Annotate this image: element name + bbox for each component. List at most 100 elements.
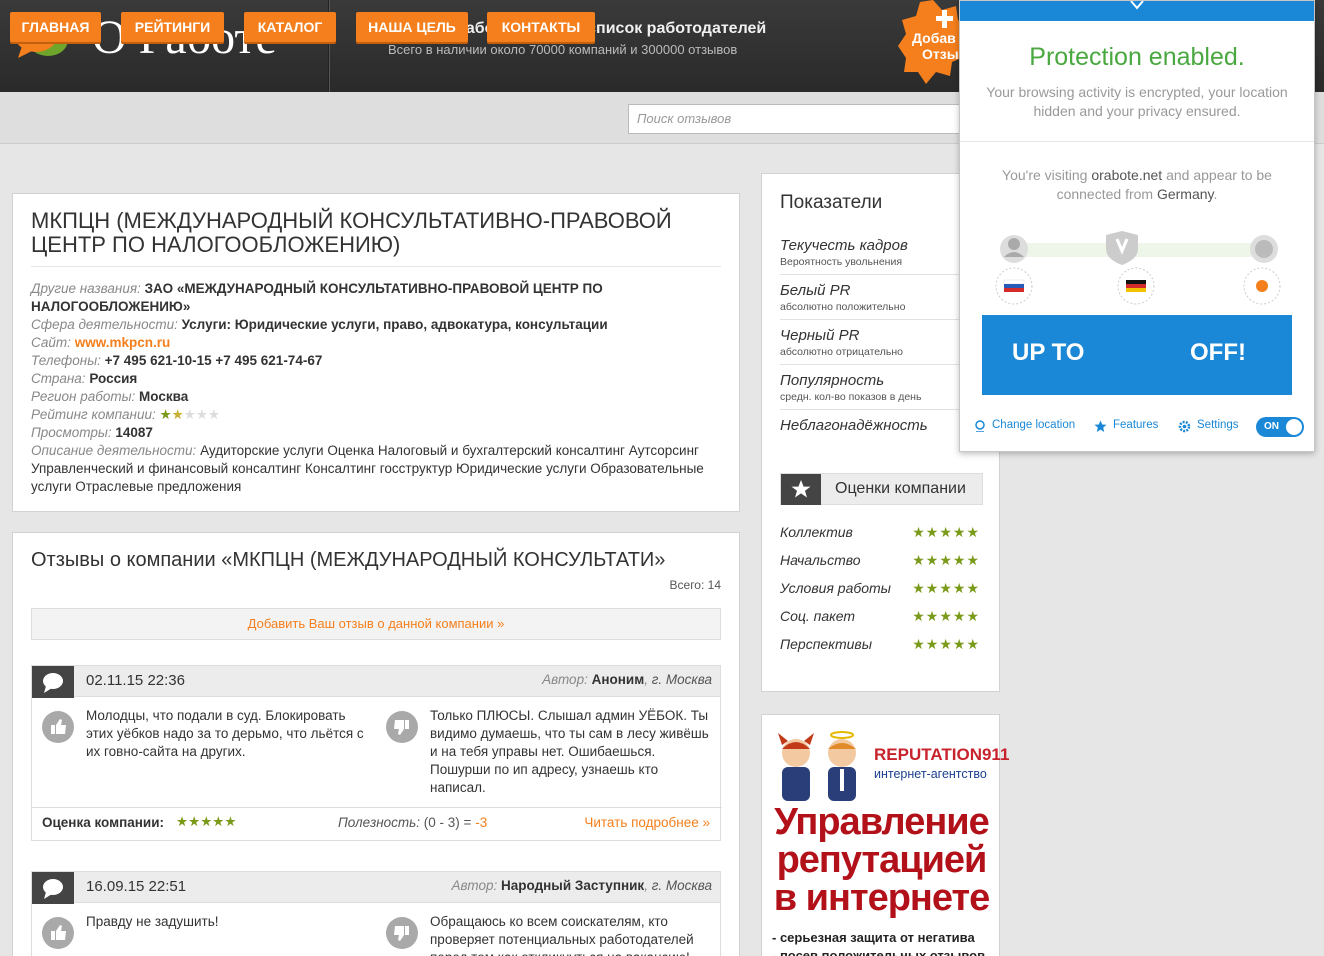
features-link[interactable]: Features — [1113, 419, 1158, 431]
stat-name: Неблагонадёжность — [780, 417, 928, 434]
review-footer: Оценка компании: ★★★★★ Полезность: (0 - … — [32, 807, 722, 837]
review-header: 16.09.15 22:51 Автор: Народный Заступник… — [31, 871, 721, 904]
reputation-ad-banner[interactable]: REPUTATION911 интернет-агентство Управле… — [761, 714, 1009, 956]
shield-check-icon — [1130, 1, 1144, 10]
company-rating-stars: ★★★★★ — [160, 407, 221, 422]
nav-contacts[interactable]: КОНТАКТЫ — [487, 12, 595, 42]
germany-flag-icon — [1126, 280, 1146, 284]
other-names-label: Другие названия: — [31, 281, 141, 296]
review-item: 16.09.15 22:51 Автор: Народный Заступник… — [31, 871, 721, 956]
review-plus-text: Правду не задушить! — [86, 914, 219, 929]
ratings-header: Оценки компании — [780, 473, 983, 505]
rating-name: Начальство — [780, 552, 861, 568]
author-label: Автор: — [451, 878, 498, 893]
stat-item: Черный PR абсолютно отрицательно 62 — [780, 327, 983, 365]
rating-stars: ★★★★★ — [912, 636, 980, 652]
star-icon — [781, 474, 821, 505]
country-label: Страна: — [31, 371, 86, 386]
rating-stars: ★★★★★ — [912, 608, 980, 624]
stat-name: Черный PR — [780, 327, 860, 344]
stat-name: Текучесть кадров — [780, 237, 908, 254]
author-name: Аноним — [591, 672, 645, 687]
connection-info: You're visiting orabote.net and appear t… — [980, 166, 1294, 204]
badge-line-1: Добав — [912, 30, 956, 46]
region-label: Регион работы: — [31, 389, 136, 404]
reviews-title: Отзывы о компании «МКПЦН (МЕЖДУНАРОДНЫЙ … — [31, 549, 666, 571]
phones-label: Телефоны: — [31, 353, 101, 368]
company-details: Другие названия: ЗАО «МЕЖДУНАРОДНЫЙ КОНС… — [31, 280, 721, 496]
rating-name: Соц. пакет — [780, 608, 856, 624]
upgrade-offer-button[interactable]: UP TO OFF! — [982, 315, 1292, 395]
search-input[interactable]: Поиск отзывов — [628, 104, 968, 134]
company-site-link[interactable]: www.mkpcn.ru — [75, 335, 171, 350]
author-city: г. Москва — [651, 672, 712, 687]
stat-item: Неблагонадёжность — [780, 417, 983, 441]
ad-bullet-2: - посев положительных отзывов — [772, 948, 986, 956]
review-date: 16.09.15 22:51 — [86, 878, 187, 895]
location-pin-icon — [975, 420, 985, 432]
review-body: Молодцы, что подали в суд. Блокировать э… — [31, 697, 722, 841]
protection-status: Protection enabled. — [1029, 43, 1245, 71]
review-author: Автор: Народный Заступник, г. Москва — [451, 878, 712, 893]
nav-catalog[interactable]: КАТАЛОГ — [244, 12, 336, 42]
change-location-link[interactable]: Change location — [992, 419, 1075, 431]
stats-title: Показатели — [780, 192, 883, 213]
usefulness-label: Полезность: — [338, 815, 421, 830]
ad-brand: REPUTATION911 — [874, 745, 1010, 764]
views-value: 14087 — [115, 425, 153, 440]
comment-bubble-icon — [32, 872, 74, 904]
usefulness-formula: (0 - 3) = — [423, 815, 472, 830]
review-minus-text: Обращаюсь ко всем соискателям, кто прове… — [430, 914, 694, 956]
rating-row: Перспективы ★★★★★ — [780, 636, 980, 652]
offer-left-text: UP TO — [1012, 339, 1085, 366]
ad-bullet-1: - серьезная защита от негатива — [772, 930, 975, 945]
sphere-value: Услуги: Юридические услуги, право, адвок… — [181, 317, 608, 332]
virtual-country: Germany — [1156, 186, 1214, 202]
stat-desc: Вероятность увольнения — [780, 256, 903, 268]
site-favicon-icon — [1256, 280, 1268, 292]
review-plus-text: Молодцы, что подали в суд. Блокировать э… — [86, 708, 364, 759]
review-body: Правду не задушить! Обращаюсь ко всем со… — [31, 903, 721, 956]
vpn-on-toggle[interactable]: ON — [1256, 417, 1304, 437]
author-city: г. Москва — [651, 878, 712, 893]
author-label: Автор: — [542, 672, 588, 687]
stat-item: Популярность средн. кол-во показов в ден… — [780, 372, 983, 410]
usefulness: Полезность: (0 - 3) = -3 — [338, 815, 487, 830]
review-header: 02.11.15 22:36 Автор: Аноним, г. Москва — [31, 665, 721, 698]
star-full-icon: ★ — [159, 407, 172, 422]
stat-item: Белый PR абсолютно положительно 8 — [780, 282, 983, 320]
ad-headline-line-1: Управление — [774, 801, 990, 843]
russia-flag-icon — [1003, 279, 1025, 285]
thumbs-up-icon — [42, 917, 74, 949]
settings-link[interactable]: Settings — [1197, 419, 1239, 431]
offer-right-text: OFF! — [1190, 339, 1246, 366]
site-subtagline: Всего в наличии около 70000 компаний и 3… — [388, 42, 738, 57]
stat-desc: абсолютно отрицательно — [780, 346, 904, 358]
star-icon — [1094, 420, 1107, 432]
rating-name: Перспективы — [780, 636, 873, 652]
review-date: 02.11.15 22:36 — [86, 672, 185, 689]
rating-stars: ★★★★★ — [912, 552, 980, 568]
protection-description: Your browsing activity is encrypted, you… — [986, 84, 1288, 119]
stat-name: Белый PR — [780, 282, 851, 299]
gear-icon — [1178, 420, 1191, 433]
review-minus-text: Только ПЛЮСЫ. Слышал админ УЁБОК. Ты вид… — [430, 708, 709, 795]
popup-header-bar — [960, 1, 1314, 21]
region-value: Москва — [139, 389, 189, 404]
add-review-button[interactable]: Добавить Ваш отзыв о данной компании » — [31, 608, 721, 640]
nav-ratings[interactable]: РЕЙТИНГИ — [121, 12, 224, 42]
stat-name: Популярность — [780, 372, 885, 389]
comment-bubble-icon — [32, 666, 74, 698]
sphere-label: Сфера деятельности: — [31, 317, 178, 332]
nav-our-goal[interactable]: НАША ЦЕЛЬ — [356, 12, 468, 42]
reviews-total: Всего: 14 — [669, 578, 721, 592]
company-title: МКПЦН (Международный консультативно-прав… — [31, 208, 672, 257]
add-review-badge[interactable]: Добав Отзы — [898, 0, 968, 88]
nav-home[interactable]: ГЛАВНАЯ — [10, 12, 101, 42]
ad-headline-line-3: в интернете — [773, 877, 991, 919]
rating-row: Условия работы ★★★★★ — [780, 580, 980, 596]
review-item: 02.11.15 22:36 Автор: Аноним, г. Москва … — [31, 665, 722, 841]
review-rating-stars: ★★★★★ — [176, 814, 237, 829]
read-more-link[interactable]: Читать подробнее » — [584, 815, 710, 830]
review-author: Автор: Аноним, г. Москва — [542, 672, 712, 687]
